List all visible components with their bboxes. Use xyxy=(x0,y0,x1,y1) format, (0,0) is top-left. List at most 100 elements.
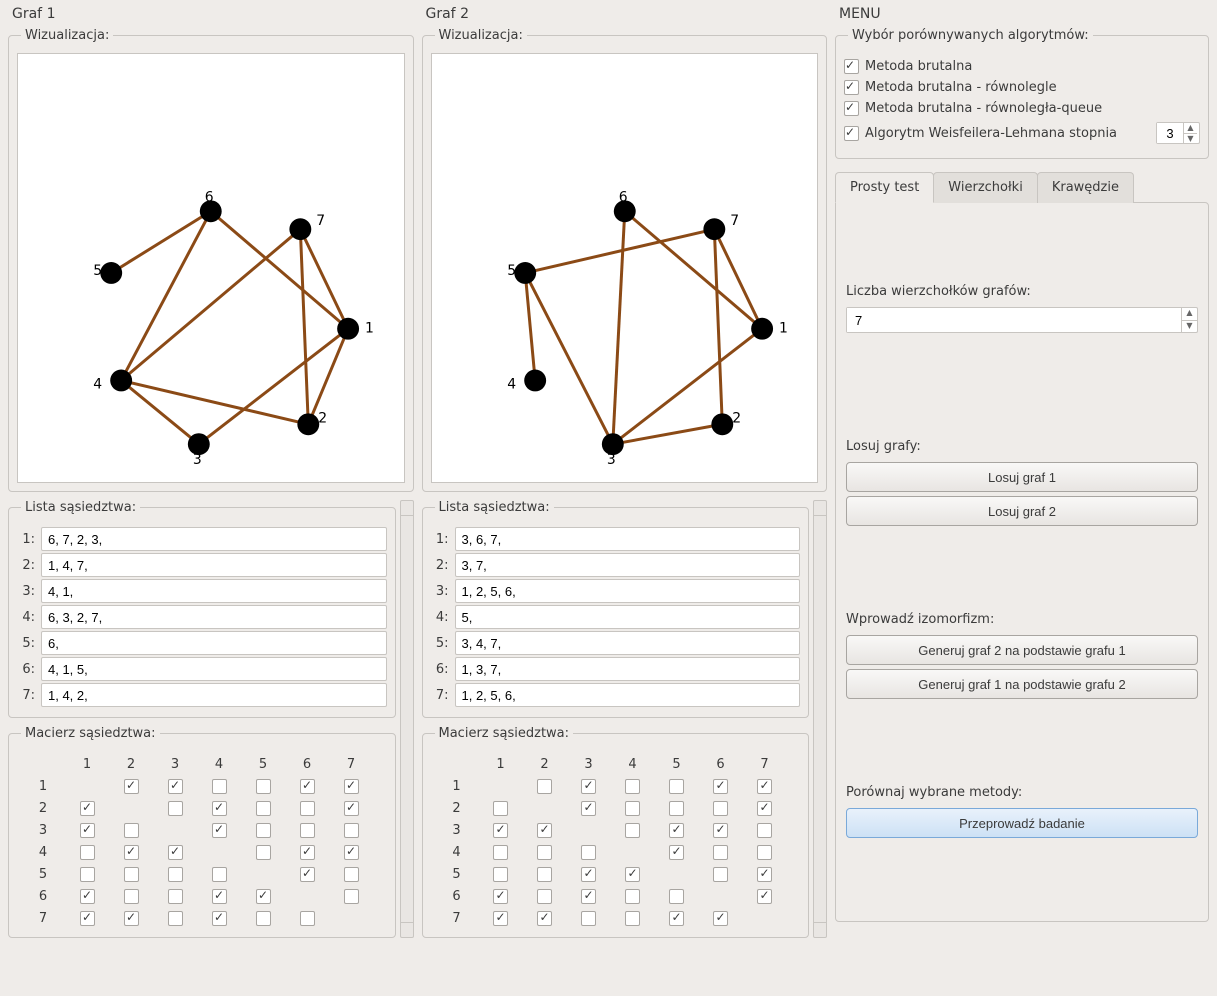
graf2-matrix-cell-1-2[interactable] xyxy=(537,779,552,794)
graf2-adj-input-7[interactable] xyxy=(455,683,801,707)
algo-checkbox-3[interactable] xyxy=(844,126,859,141)
graf2-matrix-cell-2-5[interactable] xyxy=(669,801,684,816)
algo-checkbox-0[interactable] xyxy=(844,59,859,74)
graf2-matrix-cell-2-6[interactable] xyxy=(713,801,728,816)
graf2-matrix-cell-4-7[interactable] xyxy=(757,845,772,860)
graf1-matrix-cell-4-3[interactable] xyxy=(168,845,183,860)
spin-up-icon[interactable]: ▲ xyxy=(1184,123,1197,134)
graf2-matrix-cell-2-7[interactable] xyxy=(757,801,772,816)
graf1-adj-input-3[interactable] xyxy=(41,579,387,603)
spin-down-icon[interactable]: ▼ xyxy=(1182,321,1197,333)
graf1-matrix-cell-7-3[interactable] xyxy=(168,911,183,926)
algo-checkbox-1[interactable] xyxy=(844,80,859,95)
graf1-matrix-cell-1-2[interactable] xyxy=(124,779,139,794)
tab-1[interactable]: Wierzchołki xyxy=(933,172,1038,203)
graf1-matrix-cell-5-2[interactable] xyxy=(124,867,139,882)
graf1-matrix-cell-1-4[interactable] xyxy=(212,779,227,794)
graf1-adj-input-7[interactable] xyxy=(41,683,387,707)
graf1-adj-input-1[interactable] xyxy=(41,527,387,551)
graf1-matrix-cell-3-7[interactable] xyxy=(344,823,359,838)
graf2-matrix-cell-1-3[interactable] xyxy=(581,779,596,794)
graf1-matrix-cell-2-7[interactable] xyxy=(344,801,359,816)
graf1-matrix-cell-3-5[interactable] xyxy=(256,823,271,838)
graf1-matrix-cell-3-6[interactable] xyxy=(300,823,315,838)
graf2-matrix-cell-5-2[interactable] xyxy=(537,867,552,882)
graf2-matrix-cell-4-6[interactable] xyxy=(713,845,728,860)
spin-up-icon[interactable]: ▲ xyxy=(1182,308,1197,321)
graf1-matrix-cell-5-1[interactable] xyxy=(80,867,95,882)
graf2-matrix-cell-6-1[interactable] xyxy=(493,889,508,904)
graf1-matrix-cell-6-7[interactable] xyxy=(344,889,359,904)
graf2-matrix-cell-1-6[interactable] xyxy=(713,779,728,794)
graf1-matrix-cell-5-4[interactable] xyxy=(212,867,227,882)
algo-degree-spinner[interactable]: ▲▼ xyxy=(1156,122,1200,144)
graf1-adj-input-6[interactable] xyxy=(41,657,387,681)
graf2-matrix-cell-7-4[interactable] xyxy=(625,911,640,926)
graf2-adj-input-3[interactable] xyxy=(455,579,801,603)
graf2-matrix-cell-6-5[interactable] xyxy=(669,889,684,904)
graf2-matrix-cell-1-7[interactable] xyxy=(757,779,772,794)
run-button[interactable]: Przeprowadź badanie xyxy=(846,808,1198,838)
graf1-adj-input-5[interactable] xyxy=(41,631,387,655)
graf2-scrollbar[interactable] xyxy=(813,500,827,938)
graf1-matrix-cell-7-5[interactable] xyxy=(256,911,271,926)
graf1-matrix-cell-7-6[interactable] xyxy=(300,911,315,926)
graf2-matrix-cell-7-6[interactable] xyxy=(713,911,728,926)
graf1-matrix-cell-3-4[interactable] xyxy=(212,823,227,838)
graf1-matrix-cell-6-5[interactable] xyxy=(256,889,271,904)
graf2-adj-input-4[interactable] xyxy=(455,605,801,629)
graf1-matrix-cell-4-1[interactable] xyxy=(80,845,95,860)
graf1-matrix-cell-5-7[interactable] xyxy=(344,867,359,882)
graf2-matrix-cell-6-3[interactable] xyxy=(581,889,596,904)
graf2-matrix-cell-7-1[interactable] xyxy=(493,911,508,926)
graf2-matrix-cell-2-1[interactable] xyxy=(493,801,508,816)
graf1-matrix-cell-6-3[interactable] xyxy=(168,889,183,904)
graf1-adj-input-4[interactable] xyxy=(41,605,387,629)
graf1-matrix-cell-4-7[interactable] xyxy=(344,845,359,860)
graf2-adj-input-1[interactable] xyxy=(455,527,801,551)
graf2-matrix-cell-1-4[interactable] xyxy=(625,779,640,794)
tab-0[interactable]: Prosty test xyxy=(835,172,934,203)
graf2-matrix-cell-3-5[interactable] xyxy=(669,823,684,838)
graf1-matrix-cell-5-6[interactable] xyxy=(300,867,315,882)
graf1-matrix-cell-1-3[interactable] xyxy=(168,779,183,794)
graf2-matrix-cell-3-4[interactable] xyxy=(625,823,640,838)
graf2-matrix-cell-5-3[interactable] xyxy=(581,867,596,882)
graf1-matrix-cell-2-1[interactable] xyxy=(80,801,95,816)
graf2-matrix-cell-3-7[interactable] xyxy=(757,823,772,838)
graf2-matrix-cell-6-7[interactable] xyxy=(757,889,772,904)
graf1-matrix-cell-2-6[interactable] xyxy=(300,801,315,816)
graf2-matrix-cell-1-5[interactable] xyxy=(669,779,684,794)
losuj-graf1-button[interactable]: Losuj graf 1 xyxy=(846,462,1198,492)
graf2-matrix-cell-3-1[interactable] xyxy=(493,823,508,838)
graf1-matrix-cell-1-6[interactable] xyxy=(300,779,315,794)
gen-graf1-button[interactable]: Generuj graf 1 na podstawie grafu 2 xyxy=(846,669,1198,699)
losuj-graf2-button[interactable]: Losuj graf 2 xyxy=(846,496,1198,526)
graf1-adj-input-2[interactable] xyxy=(41,553,387,577)
graf1-matrix-cell-4-6[interactable] xyxy=(300,845,315,860)
graf1-matrix-cell-3-1[interactable] xyxy=(80,823,95,838)
graf2-matrix-cell-2-3[interactable] xyxy=(581,801,596,816)
algo-checkbox-2[interactable] xyxy=(844,101,859,116)
graf2-matrix-cell-7-2[interactable] xyxy=(537,911,552,926)
graf2-adj-input-5[interactable] xyxy=(455,631,801,655)
graf1-matrix-cell-6-1[interactable] xyxy=(80,889,95,904)
graf2-matrix-cell-5-4[interactable] xyxy=(625,867,640,882)
graf1-matrix-cell-1-5[interactable] xyxy=(256,779,271,794)
graf2-matrix-cell-7-3[interactable] xyxy=(581,911,596,926)
graf1-matrix-cell-7-2[interactable] xyxy=(124,911,139,926)
graf1-matrix-cell-4-2[interactable] xyxy=(124,845,139,860)
gen-graf2-button[interactable]: Generuj graf 2 na podstawie grafu 1 xyxy=(846,635,1198,665)
algo-degree-input[interactable] xyxy=(1157,123,1183,143)
graf1-matrix-cell-7-4[interactable] xyxy=(212,911,227,926)
spin-down-icon[interactable]: ▼ xyxy=(1184,134,1197,144)
graf2-matrix-cell-4-1[interactable] xyxy=(493,845,508,860)
graf2-matrix-cell-3-2[interactable] xyxy=(537,823,552,838)
graf2-matrix-cell-5-6[interactable] xyxy=(713,867,728,882)
graf2-matrix-cell-2-4[interactable] xyxy=(625,801,640,816)
graf2-matrix-cell-7-5[interactable] xyxy=(669,911,684,926)
graf2-matrix-cell-3-6[interactable] xyxy=(713,823,728,838)
graf1-matrix-cell-4-5[interactable] xyxy=(256,845,271,860)
graf2-matrix-cell-6-2[interactable] xyxy=(537,889,552,904)
graf2-matrix-cell-5-1[interactable] xyxy=(493,867,508,882)
